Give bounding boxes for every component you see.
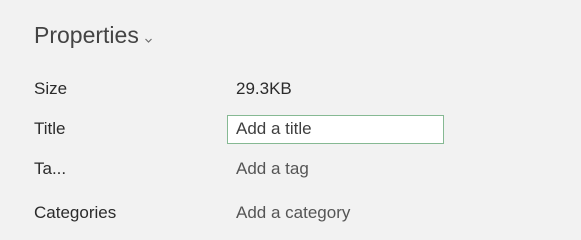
property-row-size: Size 29.3KB	[34, 75, 554, 103]
property-row-title: Title Add a title	[34, 114, 554, 144]
categories-label: Categories	[34, 203, 117, 222]
property-row-tags: Ta... Add a tag	[34, 155, 554, 183]
categories-field[interactable]: Add a category	[227, 199, 351, 228]
tags-field[interactable]: Add a tag	[227, 155, 310, 184]
title-field[interactable]: Add a title	[227, 114, 444, 144]
properties-title: Properties	[34, 22, 139, 48]
title-label: Title	[34, 119, 66, 138]
chevron-down-icon[interactable]	[144, 32, 153, 43]
size-value: 29.3KB	[236, 79, 292, 98]
size-label: Size	[34, 79, 68, 98]
tags-label: Ta...	[34, 159, 67, 178]
property-row-categories: Categories Add a category	[34, 199, 554, 227]
properties-header[interactable]: Properties	[34, 22, 153, 49]
